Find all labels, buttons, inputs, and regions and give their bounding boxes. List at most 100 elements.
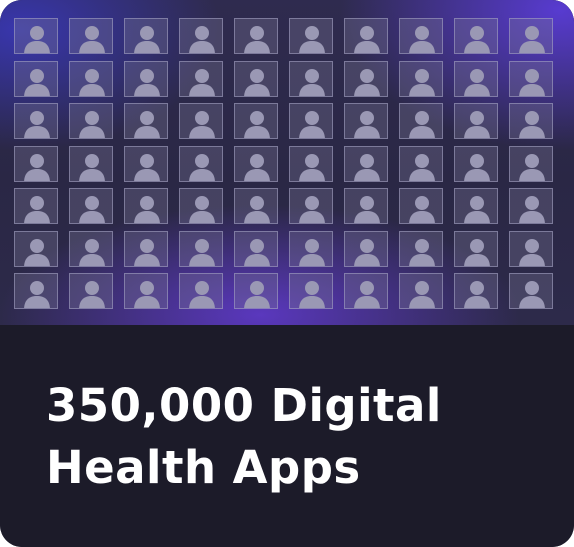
avatar-tile [399,103,443,139]
avatar-tile [69,103,113,139]
person-silhouette-icon [189,26,215,53]
avatar-tile [179,60,223,97]
avatar-tile [14,273,58,309]
person-silhouette-icon [244,238,270,266]
person-silhouette-icon [409,238,435,266]
person-silhouette-icon [79,281,105,308]
avatar-tile [124,145,168,182]
person-silhouette-icon [464,68,490,96]
person-silhouette-icon [244,111,270,138]
person-silhouette-icon [354,26,380,53]
avatar-tile [124,18,168,54]
person-silhouette-icon [134,281,160,308]
person-silhouette-icon [24,26,50,53]
person-silhouette-icon [354,196,380,223]
avatar-tile [289,188,333,224]
avatar-tile [289,273,333,309]
avatar-tile [509,18,553,54]
headline-line-1: 350,000 Digital [46,379,442,432]
person-silhouette-icon [24,153,50,181]
avatar-tile [454,230,498,267]
person-silhouette-icon [134,196,160,223]
avatar-tile [234,60,278,97]
avatar-tile [69,18,113,54]
person-silhouette-icon [409,26,435,53]
avatar-tile [14,145,58,182]
person-silhouette-icon [354,281,380,308]
person-silhouette-icon [519,111,545,138]
person-silhouette-icon [244,196,270,223]
person-silhouette-icon [24,281,50,308]
person-silhouette-icon [409,281,435,308]
avatar-tile [399,188,443,224]
avatar-tile [124,230,168,267]
avatar-tile [454,103,498,139]
person-silhouette-icon [299,26,325,53]
avatar-tile [234,103,278,139]
person-silhouette-icon [79,238,105,266]
avatar-tile [344,18,388,54]
person-silhouette-icon [354,111,380,138]
avatar-tile [509,188,553,224]
avatar-tile [289,103,333,139]
avatar-tile [234,18,278,54]
avatar-tile [179,18,223,54]
person-silhouette-icon [24,238,50,266]
avatar-tile [509,103,553,139]
avatar-tile [179,145,223,182]
caption-panel: 350,000 Digital Health Apps [0,325,574,547]
avatar-tile [14,60,58,97]
avatar-tile [124,188,168,224]
person-silhouette-icon [299,68,325,96]
person-silhouette-icon [79,111,105,138]
avatar-tile [289,230,333,267]
avatar-tile [234,145,278,182]
person-silhouette-icon [519,26,545,53]
person-silhouette-icon [189,196,215,223]
avatar-grid-panel [0,0,574,325]
person-silhouette-icon [79,196,105,223]
person-silhouette-icon [189,111,215,138]
avatar-tile [179,188,223,224]
avatar-tile [69,188,113,224]
avatar-tile [454,18,498,54]
person-silhouette-icon [354,238,380,266]
avatar-tile [454,60,498,97]
person-silhouette-icon [519,153,545,181]
avatar-tile [14,188,58,224]
avatar-tile [14,103,58,139]
person-silhouette-icon [24,111,50,138]
avatar-tile [344,273,388,309]
avatar-tile [454,145,498,182]
person-silhouette-icon [519,68,545,96]
avatar-tile [124,103,168,139]
person-silhouette-icon [189,153,215,181]
avatar-tile [69,273,113,309]
person-silhouette-icon [409,111,435,138]
person-silhouette-icon [189,238,215,266]
person-silhouette-icon [189,68,215,96]
avatar-tile [289,60,333,97]
avatar-tile [179,103,223,139]
avatar-tile [344,103,388,139]
avatar-tile [344,188,388,224]
avatar-tile [399,60,443,97]
avatar-tile [289,18,333,54]
person-silhouette-icon [354,68,380,96]
avatar-tile [179,230,223,267]
person-silhouette-icon [464,281,490,308]
person-silhouette-icon [299,196,325,223]
avatar-tile [344,60,388,97]
avatar-tile [289,145,333,182]
avatar-grid [14,18,553,309]
avatar-tile [234,230,278,267]
person-silhouette-icon [244,26,270,53]
avatar-tile [399,230,443,267]
person-silhouette-icon [409,196,435,223]
stat-card: 350,000 Digital Health Apps [0,0,574,547]
avatar-tile [124,273,168,309]
avatar-tile [344,145,388,182]
person-silhouette-icon [519,281,545,308]
avatar-tile [14,18,58,54]
person-silhouette-icon [134,238,160,266]
